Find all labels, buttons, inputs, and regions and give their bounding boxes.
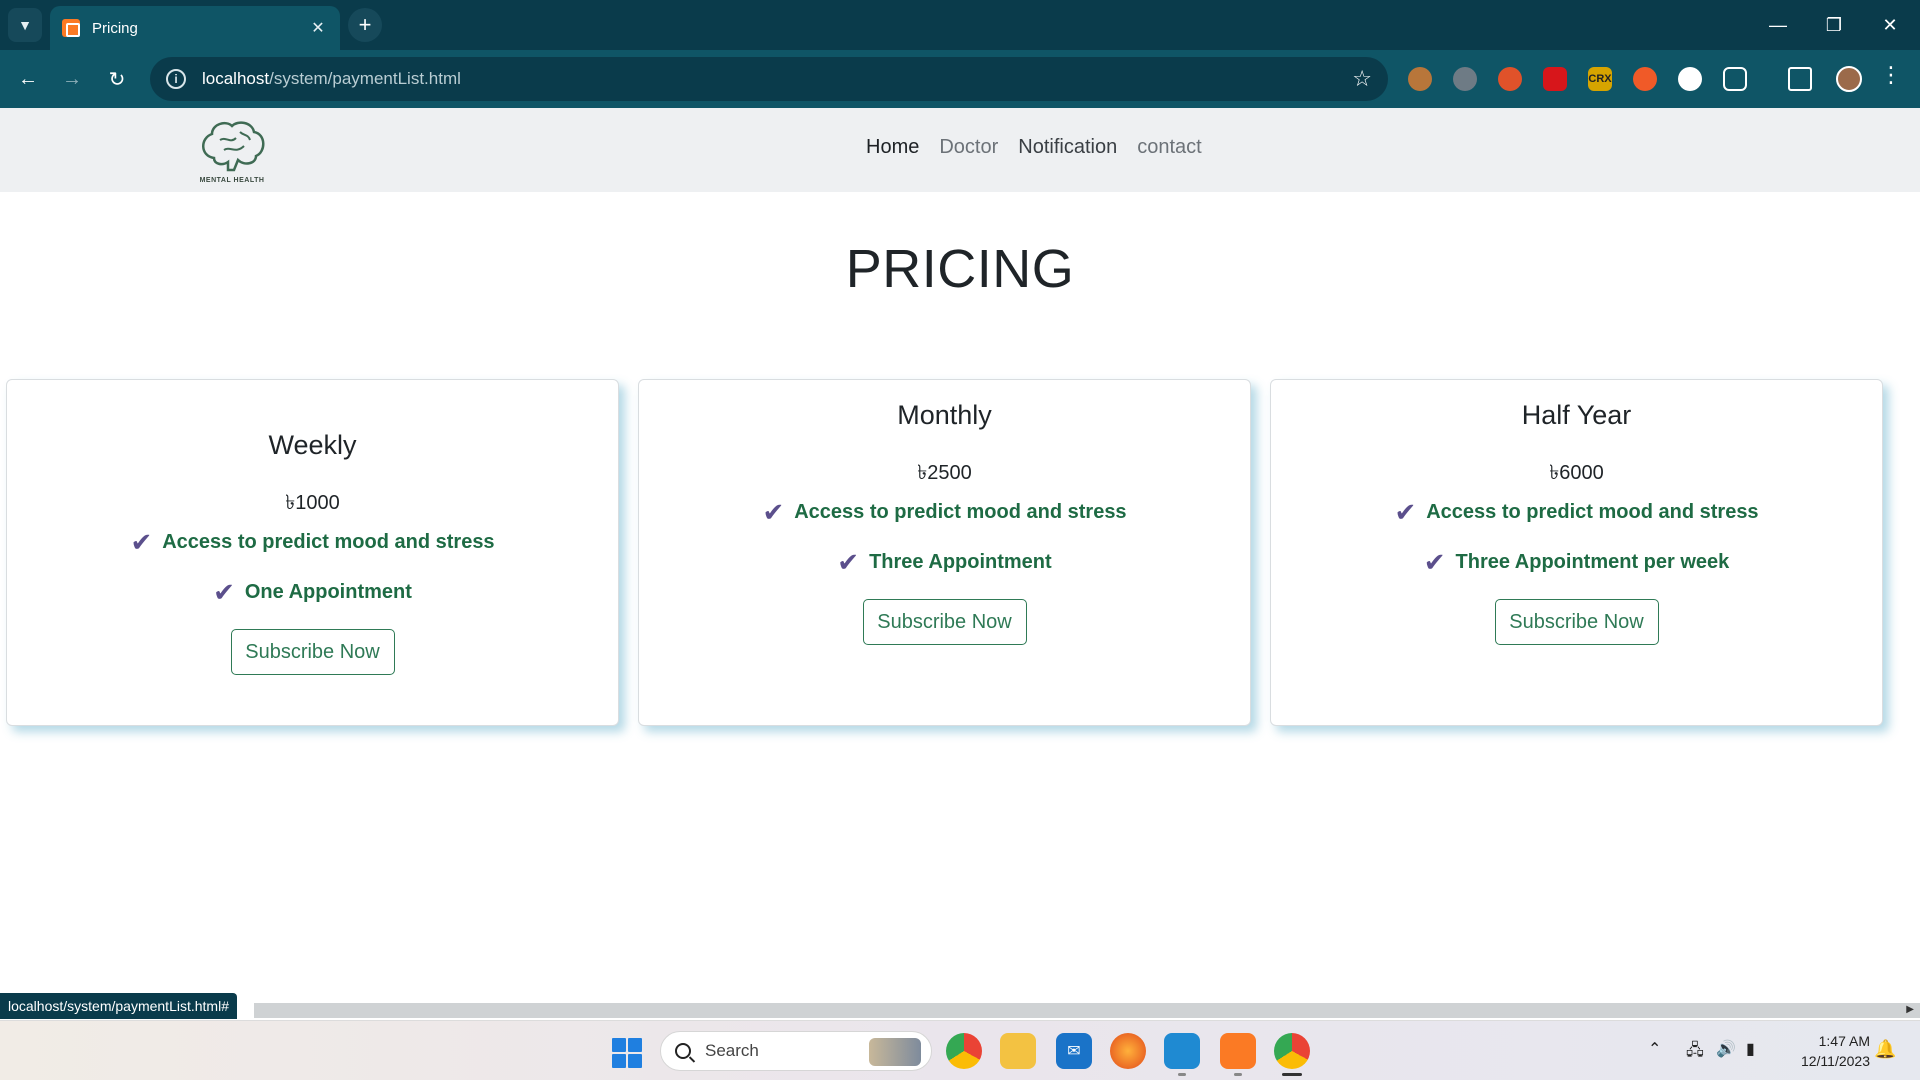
nav-links: Home Doctor Notification contact (866, 136, 1202, 159)
mental-health-logo[interactable]: MENTAL HEALTH (194, 118, 270, 184)
site-info-icon[interactable]: i (166, 69, 186, 89)
plan-feature: ✔ Access to predict mood and stress (7, 527, 618, 558)
brain-logo-icon (202, 121, 265, 172)
site-navbar: MENTAL HEALTH Home Doctor Notification c… (0, 108, 1920, 192)
nav-link-notification[interactable]: Notification (1018, 136, 1117, 159)
plan-name: Monthly (897, 400, 992, 430)
mail-taskbar-icon[interactable]: ✉ (1056, 1033, 1092, 1069)
browser-menu-icon[interactable]: ⋮ (1880, 62, 1902, 88)
scroll-right-icon[interactable]: ▶ (1906, 1004, 1914, 1015)
xampp-favicon-icon (62, 19, 80, 37)
system-clock[interactable]: 1:47 AM 12/11/2023 (1780, 1031, 1870, 1071)
show-hidden-icons-icon[interactable]: ⌃ (1648, 1039, 1661, 1059)
address-bar[interactable]: i localhost/system/paymentList.html ☆ (150, 57, 1388, 101)
tab-title: Pricing (92, 19, 138, 37)
plan-feature-text: Three Appointment (869, 551, 1052, 573)
forward-button[interactable]: → (54, 61, 90, 97)
xampp-running-indicator (1234, 1073, 1242, 1076)
pricing-card-half-year: Half Year ৳6000 ✔ Access to predict mood… (1270, 379, 1883, 726)
close-tab-icon[interactable]: ✕ (308, 18, 328, 38)
url-path: /system/paymentList.html (269, 69, 461, 88)
bookmark-star-icon[interactable]: ☆ (1352, 66, 1372, 92)
link-status-bubble: localhost/system/paymentList.html# (0, 993, 237, 1019)
taskbar-search[interactable]: Search (660, 1031, 932, 1071)
check-icon: ✔ (213, 577, 235, 607)
logo-text: MENTAL HEALTH (199, 177, 265, 184)
plan-price: ৳6000 (1549, 462, 1604, 484)
plan-feature: ✔ Access to predict mood and stress (1271, 497, 1882, 528)
search-icon (675, 1043, 691, 1059)
page-title: PRICING (845, 239, 1075, 299)
network-icon[interactable]: 🖧 (1686, 1039, 1704, 1066)
minimize-window-button[interactable]: — (1750, 0, 1806, 50)
subscribe-monthly-button[interactable]: Subscribe Now (862, 599, 1027, 645)
browser-tab-pricing[interactable]: Pricing ✕ (50, 6, 340, 50)
reload-button[interactable]: ↻ (99, 61, 135, 97)
plan-feature: ✔ Three Appointment (639, 547, 1250, 578)
pricing-card-weekly: Weekly ৳1000 ✔ Access to predict mood an… (6, 379, 619, 726)
restore-window-button[interactable]: ❐ (1806, 0, 1862, 50)
clock-time: 1:47 AM (1818, 1033, 1870, 1049)
url-host: localhost (202, 69, 270, 88)
plan-feature: ✔ One Appointment (7, 577, 618, 608)
raccoon-extension-icon[interactable] (1453, 67, 1477, 91)
circle-extension-icon[interactable] (1678, 67, 1702, 91)
pricing-card-monthly: Monthly ৳2500 ✔ Access to predict mood a… (638, 379, 1251, 726)
check-icon: ✔ (1423, 547, 1446, 577)
notification-bell-icon[interactable]: 🔔 (1874, 1039, 1896, 1060)
subscribe-weekly-button[interactable]: Subscribe Now (230, 629, 395, 675)
crx-extension-icon[interactable]: CRX (1588, 67, 1612, 91)
volume-icon[interactable]: 🔊 (1716, 1039, 1736, 1059)
nav-link-home[interactable]: Home (866, 136, 919, 159)
plan-price: ৳2500 (917, 462, 972, 484)
plan-feature: ✔ Access to predict mood and stress (639, 497, 1250, 528)
check-icon: ✔ (762, 497, 785, 527)
plan-feature-text: One Appointment (244, 581, 412, 603)
windows-start-icon[interactable] (612, 1038, 642, 1068)
tab-search-button[interactable]: ▼ (8, 8, 42, 42)
windows-taskbar: Search ✉ ⌃ 🖧 🔊 ▮ 1:47 AM 12/11/2023 🔔 (0, 1020, 1920, 1080)
adblock-extension-icon[interactable] (1543, 67, 1567, 91)
chrome-profile-taskbar-icon[interactable] (1274, 1033, 1310, 1069)
plan-name: Weekly (268, 430, 357, 460)
search-highlight-image (869, 1038, 921, 1066)
profile-avatar[interactable] (1836, 66, 1862, 92)
battery-icon[interactable]: ▮ (1746, 1039, 1755, 1059)
file-explorer-taskbar-icon[interactable] (1000, 1033, 1036, 1069)
close-window-button[interactable]: ✕ (1862, 0, 1918, 50)
browser-tab-bar: ▼ Pricing ✕ + — ❐ ✕ (0, 0, 1920, 50)
cookie-extension-icon[interactable] (1408, 67, 1432, 91)
horizontal-scrollbar[interactable]: ▶ (254, 1003, 1920, 1018)
back-button[interactable]: ← (10, 61, 46, 97)
plan-feature-text: Access to predict mood and stress (1426, 501, 1759, 523)
plan-feature-text: Access to predict mood and stress (794, 501, 1127, 523)
plan-price: ৳1000 (285, 492, 340, 514)
taskbar-search-label: Search (705, 1041, 759, 1060)
plan-feature-text: Access to predict mood and stress (162, 531, 495, 553)
firefox-taskbar-icon[interactable] (1110, 1033, 1146, 1069)
chrome-taskbar-icon[interactable] (946, 1033, 982, 1069)
plan-feature: ✔ Three Appointment per week (1271, 547, 1882, 578)
new-tab-button[interactable]: + (348, 8, 382, 42)
vscode-taskbar-icon[interactable] (1164, 1033, 1200, 1069)
postman-extension-icon[interactable] (1633, 67, 1657, 91)
plan-feature-text: Three Appointment per week (1455, 551, 1730, 573)
side-panel-icon[interactable] (1788, 67, 1812, 91)
subscribe-half-year-button[interactable]: Subscribe Now (1494, 599, 1659, 645)
nav-link-doctor[interactable]: Doctor (939, 136, 998, 159)
clock-date: 12/11/2023 (1800, 1053, 1870, 1069)
flame-extension-icon[interactable] (1498, 67, 1522, 91)
check-icon: ✔ (1394, 497, 1417, 527)
browser-toolbar: ← → ↻ i localhost/system/paymentList.htm… (0, 50, 1920, 108)
xampp-taskbar-icon[interactable] (1220, 1033, 1256, 1069)
vscode-running-indicator (1178, 1073, 1186, 1076)
extensions-puzzle-icon[interactable] (1723, 67, 1747, 91)
plan-name: Half Year (1521, 400, 1632, 430)
chrome-active-indicator (1282, 1073, 1302, 1076)
nav-link-contact[interactable]: contact (1137, 136, 1201, 159)
check-icon: ✔ (837, 547, 860, 577)
check-icon: ✔ (130, 527, 153, 557)
